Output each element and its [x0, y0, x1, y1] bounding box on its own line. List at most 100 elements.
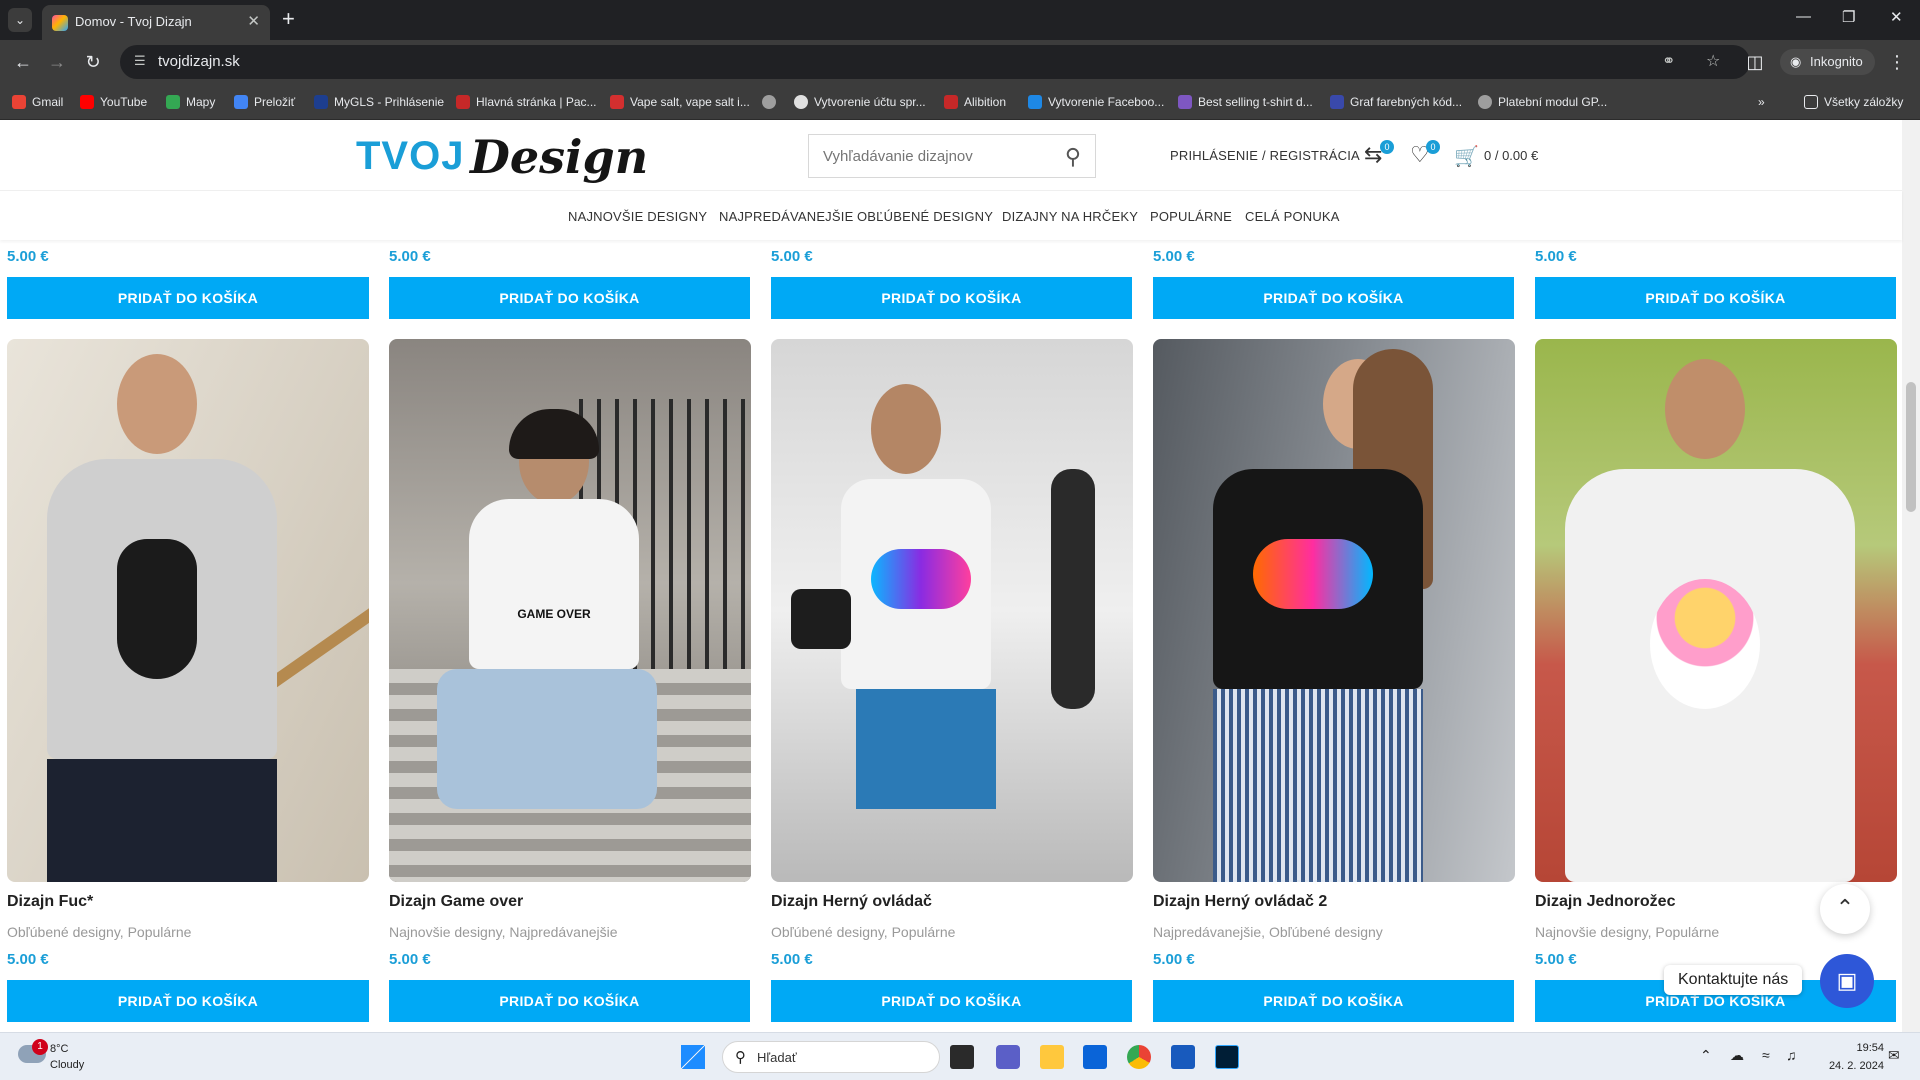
bookmark-platebni[interactable]: Platební modul GP... — [1478, 93, 1607, 111]
chat-bubble-icon[interactable]: ▣ — [1820, 954, 1874, 1008]
bookmark-label: Platební modul GP... — [1498, 95, 1608, 109]
page-scrollbar[interactable] — [1902, 120, 1920, 1032]
search-input[interactable] — [809, 135, 1049, 177]
bookmark-mapy[interactable]: Mapy — [166, 93, 215, 111]
product-image[interactable] — [1153, 339, 1515, 882]
nav-item-hrceky[interactable]: DIZAJNY NA HRČEKY — [1002, 209, 1138, 224]
chrome-icon[interactable] — [1127, 1045, 1151, 1069]
bookmark-vytvorenie-uctu[interactable]: Vytvorenie účtu spr... — [794, 93, 926, 111]
bookmark-globe[interactable] — [762, 93, 776, 111]
close-window-icon[interactable]: ✕ — [1890, 8, 1903, 26]
add-to-cart-button[interactable]: PRIDAŤ DO KOŠÍKA — [389, 980, 750, 1022]
add-to-cart-button[interactable]: PRIDAŤ DO KOŠÍKA — [389, 277, 750, 319]
bookmark-facebook[interactable]: Vytvorenie Faceboo... — [1028, 93, 1164, 111]
weather-widget[interactable]: 1 8°C Cloudy — [18, 1039, 138, 1075]
product-price: 5.00 € — [389, 248, 431, 265]
product-categories[interactable]: Najpredávanejšie, Obľúbené designy — [1153, 924, 1383, 940]
product-categories[interactable]: Najnovšie designy, Populárne — [1535, 924, 1719, 940]
product-name[interactable]: Dizajn Game over — [389, 893, 523, 911]
translate-icon — [234, 95, 248, 109]
nav-item-najpredavanejsie[interactable]: NAJPREDÁVANEJŠIE — [719, 209, 853, 224]
bookmark-star-icon[interactable]: ☆ — [1706, 51, 1720, 71]
scrollbar-thumb[interactable] — [1906, 382, 1916, 512]
more-bookmarks-icon[interactable]: » — [1758, 93, 1765, 111]
bookmark-graf[interactable]: Graf farebných kód... — [1330, 93, 1462, 111]
notifications-bell-icon[interactable]: ✉ — [1888, 1047, 1900, 1064]
bookmark-gmail[interactable]: Gmail — [12, 93, 63, 111]
product-image[interactable] — [771, 339, 1133, 882]
logo-script[interactable]: Design — [470, 130, 648, 184]
login-register-link[interactable]: PRIHLÁSENIE / REGISTRÁCIA — [1170, 148, 1360, 163]
photoshop-icon[interactable] — [1215, 1045, 1239, 1069]
active-tab[interactable]: Domov - Tvoj Dizajn ✕ — [42, 5, 270, 40]
bookmark-label: Vytvorenie účtu spr... — [814, 95, 926, 109]
cart-icon[interactable]: 🛒 — [1454, 144, 1479, 169]
tab-search-button[interactable]: ⌄ — [8, 8, 32, 32]
add-to-cart-button[interactable]: PRIDAŤ DO KOŠÍKA — [771, 980, 1132, 1022]
contact-us-label[interactable]: Kontaktujte nás — [1664, 965, 1803, 995]
reload-icon[interactable]: ↻ — [80, 49, 106, 75]
nav-item-popularne[interactable]: POPULÁRNE — [1150, 209, 1232, 224]
nav-item-cela-ponuka[interactable]: CELÁ PONUKA — [1245, 209, 1340, 224]
search-icon[interactable]: ⚲ — [1065, 144, 1081, 170]
forward-icon[interactable]: → — [44, 49, 70, 75]
bookmark-hlavna-stranka[interactable]: Hlavná stránka | Pac... — [456, 93, 597, 111]
bookmark-alibition[interactable]: Alibition — [944, 93, 1006, 111]
close-tab-icon[interactable]: ✕ — [247, 12, 260, 30]
minimize-icon[interactable]: — — [1796, 8, 1811, 25]
product-categories[interactable]: Najnovšie designy, Najpredávanejšie — [389, 924, 618, 940]
address-bar[interactable]: ☰ tvojdizajn.sk ⚭ ☆ — [120, 45, 1750, 79]
add-to-cart-button[interactable]: PRIDAŤ DO KOŠÍKA — [7, 980, 369, 1022]
product-categories[interactable]: Obľúbené designy, Populárne — [7, 924, 191, 940]
product-name[interactable]: Dizajn Herný ovládač — [771, 893, 932, 911]
product-name[interactable]: Dizajn Fuc* — [7, 893, 93, 911]
logo[interactable]: TVOJ — [356, 134, 464, 179]
person-head — [871, 384, 941, 474]
bookmark-youtube[interactable]: YouTube — [80, 93, 147, 111]
side-panel-icon[interactable]: ◫ — [1742, 49, 1768, 75]
bookmark-mygls[interactable]: MyGLS - Prihlásenie — [314, 93, 444, 111]
restore-icon[interactable]: ❐ — [1842, 8, 1855, 26]
browser-menu-icon[interactable]: ⋮ — [1884, 49, 1910, 75]
volume-icon[interactable]: ♫ — [1786, 1047, 1797, 1063]
windows-taskbar: 1 8°C Cloudy ⚲ Hľadať ⌃ ☁ ≈ ♫ 19:54 24. … — [0, 1032, 1920, 1080]
bookmark-vape-salt[interactable]: Vape salt, vape salt i... — [610, 93, 750, 111]
product-image[interactable]: GAME OVER — [389, 339, 751, 882]
onedrive-icon[interactable]: ☁ — [1730, 1047, 1744, 1064]
back-icon[interactable]: ← — [10, 49, 36, 75]
site-info-icon[interactable]: ☰ — [134, 53, 146, 69]
password-key-icon[interactable]: ⚭ — [1662, 51, 1675, 71]
nav-item-najnovsie[interactable]: NAJNOVŠIE DESIGNY — [568, 209, 707, 224]
add-to-cart-button[interactable]: PRIDAŤ DO KOŠÍKA — [1153, 277, 1514, 319]
product-name[interactable]: Dizajn Jednorožec — [1535, 893, 1675, 911]
bookmark-prelozit[interactable]: Preložiť — [234, 93, 295, 111]
show-hidden-icons-icon[interactable]: ⌃ — [1700, 1047, 1712, 1064]
product-image[interactable] — [7, 339, 369, 882]
mail-icon[interactable] — [1083, 1045, 1107, 1069]
clock[interactable]: 19:54 24. 2. 2024 — [1812, 1039, 1884, 1075]
taskbar-search[interactable]: ⚲ Hľadať — [722, 1041, 940, 1073]
product-image[interactable] — [1535, 339, 1897, 882]
task-view-icon[interactable] — [950, 1045, 974, 1069]
start-icon[interactable] — [681, 1045, 705, 1069]
word-icon[interactable] — [1171, 1045, 1195, 1069]
bookmark-best-selling[interactable]: Best selling t-shirt d... — [1178, 93, 1313, 111]
teams-icon[interactable] — [996, 1045, 1020, 1069]
add-to-cart-button[interactable]: PRIDAŤ DO KOŠÍKA — [1535, 277, 1896, 319]
product-price: 5.00 € — [389, 951, 431, 968]
add-to-cart-button[interactable]: PRIDAŤ DO KOŠÍKA — [7, 277, 369, 319]
product-name[interactable]: Dizajn Herný ovládač 2 — [1153, 893, 1327, 911]
add-to-cart-button[interactable]: PRIDAŤ DO KOŠÍKA — [1153, 980, 1514, 1022]
add-to-cart-button[interactable]: PRIDAŤ DO KOŠÍKA — [771, 277, 1132, 319]
incognito-indicator[interactable]: Inkognito — [1780, 49, 1875, 75]
product-categories[interactable]: Obľúbené designy, Populárne — [771, 924, 955, 940]
wifi-icon[interactable]: ≈ — [1762, 1047, 1770, 1063]
folder-icon — [1804, 95, 1818, 109]
file-explorer-icon[interactable] — [1040, 1045, 1064, 1069]
nav-item-oblubene[interactable]: OBĽÚBENÉ DESIGNY — [857, 209, 993, 224]
new-tab-button[interactable]: + — [282, 6, 295, 32]
scroll-to-top-button[interactable]: ⌃ — [1820, 884, 1870, 934]
cart-total[interactable]: 0 / 0.00 € — [1484, 148, 1538, 163]
star-icon — [1178, 95, 1192, 109]
all-bookmarks[interactable]: Všetky záložky — [1804, 93, 1903, 111]
